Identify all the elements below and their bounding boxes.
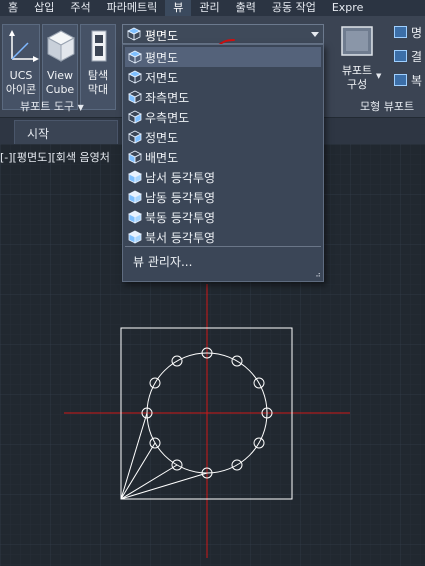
tab-collaborate[interactable]: 공동 작업	[264, 0, 324, 16]
join-viewport-label: 결	[411, 50, 423, 64]
viewport-config-label-2: 구성	[346, 78, 368, 91]
view-menu-item-label: 남서 등각투영	[145, 171, 216, 185]
restore-viewport-label: 복	[411, 74, 423, 88]
navbar-label-1: 탐색	[87, 69, 109, 82]
top-view-cube-icon	[127, 27, 141, 41]
right-view-icon	[128, 110, 142, 124]
view-menu-item[interactable]: 좌측면도	[125, 87, 321, 107]
sw-iso-icon	[128, 170, 142, 184]
view-menu-item-label: 북서 등각투영	[145, 231, 216, 245]
autocad-window: 홈 삽입 주석 파라메트릭 뷰 관리 출력 공동 작업 Expre UCS 아이…	[0, 0, 425, 566]
view-menu-item-label: 좌측면도	[145, 91, 190, 105]
tab-view[interactable]: 뷰	[165, 0, 192, 16]
view-dropdown-value: 평면도	[145, 29, 179, 43]
view-menu-item-label: 북동 등각투영	[145, 211, 216, 225]
tab-home[interactable]: 홈	[0, 0, 26, 16]
view-menu-item-label: 저면도	[145, 71, 179, 85]
join-viewport-icon	[394, 50, 407, 62]
restore-viewport-icon	[394, 74, 407, 86]
named-viewport-item[interactable]: 명	[394, 24, 425, 42]
se-iso-icon	[128, 190, 142, 204]
chevron-down-icon: ▼	[77, 103, 84, 112]
viewport-tools-title[interactable]: 뷰포트 도구 ▼	[20, 98, 84, 114]
view-menu-item[interactable]: 우측면도	[125, 107, 321, 127]
model-viewports-title: 모형 뷰포트	[360, 100, 415, 113]
tab-parametric[interactable]: 파라메트릭	[99, 0, 166, 16]
view-menu-item[interactable]: 남동 등각투영	[125, 187, 321, 207]
viewcube-label-2: Cube	[45, 83, 75, 96]
left-view-icon	[128, 90, 142, 104]
tab-express[interactable]: Expre	[324, 0, 372, 16]
back-view-icon	[128, 150, 142, 164]
top-view-icon	[128, 50, 142, 64]
tab-manage[interactable]: 관리	[191, 0, 227, 16]
front-view-icon	[128, 130, 142, 144]
resize-grip-icon[interactable]: ⠴	[315, 270, 321, 279]
view-menu-item-label: 우측면도	[145, 111, 190, 125]
view-menu-item-label: 정면도	[145, 131, 179, 145]
ucs-label-1: UCS	[9, 69, 33, 82]
viewport-controls-label[interactable]: [-][평면도][회색 음영처	[0, 149, 110, 165]
ucs-label-2: 아이콘	[5, 83, 37, 96]
view-menu-item[interactable]: 정면도	[125, 127, 321, 147]
viewport-config-label-1: 뷰포트	[341, 64, 373, 77]
ucs-axis-icon	[9, 30, 39, 62]
view-menu-item[interactable]: 남서 등각투영	[125, 167, 321, 187]
file-tab-start[interactable]: 시작	[14, 120, 118, 144]
view-menu-item[interactable]: 북동 등각투영	[125, 207, 321, 227]
navbar-label-2: 막대	[87, 83, 109, 96]
join-viewport-item[interactable]: 결	[394, 48, 425, 66]
viewport-config-button[interactable]: 뷰포트 구성	[334, 22, 380, 94]
viewport-tools-title-text: 뷰포트 도구	[20, 100, 75, 113]
navbar-icon	[91, 30, 107, 62]
viewcube-label-1: View	[46, 69, 74, 82]
viewport-config-icon	[341, 26, 373, 56]
view-menu-item[interactable]: 배면도	[125, 147, 321, 167]
view-menu-item[interactable]: 평면도	[125, 47, 321, 67]
named-viewport-icon	[394, 26, 407, 38]
navigation-bar-button[interactable]: 탐색 막대	[80, 24, 116, 110]
view-menu-item[interactable]: 저면도	[125, 67, 321, 87]
chevron-down-icon	[311, 32, 319, 37]
view-dropdown-menu: 뷰 관리자... ⠴ 평면도저면도좌측면도우측면도정면도배면도남서 등각투영남동…	[122, 44, 324, 282]
restore-viewport-item[interactable]: 복	[394, 72, 425, 90]
view-manager-label: 뷰 관리자...	[133, 255, 193, 269]
ribbon-tab-bar: 홈 삽입 주석 파라메트릭 뷰 관리 출력 공동 작업 Expre	[0, 0, 425, 16]
view-menu-item-label: 평면도	[145, 51, 179, 65]
view-manager-item[interactable]: 뷰 관리자...	[125, 251, 321, 271]
cube-icon	[46, 30, 76, 62]
tab-output[interactable]: 출력	[228, 0, 264, 16]
bottom-view-icon	[128, 70, 142, 84]
view-menu-item-label: 남동 등각투영	[145, 191, 216, 205]
view-menu-item-label: 배면도	[145, 151, 179, 165]
nw-iso-icon	[128, 230, 142, 244]
file-tab-label: 시작	[27, 127, 50, 141]
viewport-config-chevron-icon[interactable]: ▼	[376, 72, 381, 80]
named-viewport-label: 명	[411, 26, 423, 40]
tab-insert[interactable]: 삽입	[26, 0, 62, 16]
ne-iso-icon	[128, 210, 142, 224]
view-menu-item[interactable]: 북서 등각투영	[125, 227, 321, 247]
tab-annotate[interactable]: 주석	[62, 0, 98, 16]
